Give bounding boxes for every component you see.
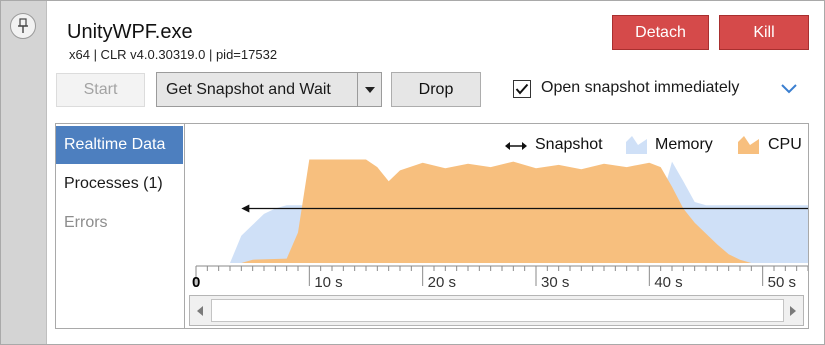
- realtime-chart: 0 10 s 20 s 30 s 40 s 50 s: [192, 159, 808, 291]
- open-immediately-label: Open snapshot immediately: [541, 79, 740, 96]
- profiler-window: UnityWPF.exe x64 | CLR v4.0.30319.0 | pi…: [0, 0, 825, 345]
- process-title: UnityWPF.exe: [67, 21, 193, 43]
- legend-snapshot-label: Snapshot: [535, 136, 603, 153]
- scroll-left-button[interactable]: [190, 296, 210, 325]
- x-tick-label: 10 s: [314, 274, 342, 291]
- view-nav: Realtime Data Processes (1) Errors: [56, 124, 185, 328]
- scroll-thumb[interactable]: [211, 299, 784, 322]
- nav-item-realtime-data[interactable]: Realtime Data: [56, 126, 183, 164]
- scroll-right-button[interactable]: [783, 296, 803, 325]
- snapshot-legend-icon: [505, 142, 527, 150]
- x-tick-label: 20 s: [428, 274, 456, 291]
- snapshot-arrow-head: [241, 204, 250, 213]
- open-immediately-checkbox[interactable]: [513, 80, 531, 98]
- start-button[interactable]: Start: [56, 73, 145, 107]
- kill-button[interactable]: Kill: [719, 15, 809, 50]
- legend-memory-label: Memory: [655, 136, 713, 153]
- process-details: x64 | CLR v4.0.30319.0 | pid=17532: [69, 47, 278, 62]
- snapshot-mode-value: Get Snapshot and Wait: [166, 81, 331, 98]
- drop-button[interactable]: Drop: [391, 72, 481, 107]
- nav-item-errors: Errors: [64, 214, 108, 231]
- realtime-panel: Realtime Data Processes (1) Errors 0 10 s…: [55, 123, 809, 329]
- pin-button[interactable]: [10, 13, 36, 39]
- arrow-left-icon: [197, 305, 203, 316]
- x-tick-label: 40 s: [654, 274, 682, 291]
- checkmark-icon: [515, 83, 529, 95]
- detach-button[interactable]: Detach: [612, 15, 709, 50]
- cpu-legend-icon: [738, 136, 759, 154]
- x-tick-label: 0: [192, 274, 200, 291]
- nav-item-processes[interactable]: Processes (1): [56, 165, 183, 203]
- pushpin-icon: [18, 18, 28, 33]
- memory-legend-icon: [626, 136, 647, 154]
- x-tick-label: 50 s: [768, 274, 796, 291]
- pin-strip: [1, 1, 47, 344]
- x-tick-label: 30 s: [541, 274, 569, 291]
- chevron-down-icon[interactable]: [780, 81, 798, 95]
- snapshot-mode-dropdown[interactable]: Get Snapshot and Wait: [156, 72, 382, 107]
- timeline-scrollbar[interactable]: [189, 295, 804, 326]
- arrow-right-icon: [790, 305, 796, 316]
- dropdown-toggle[interactable]: [358, 73, 381, 106]
- caret-down-icon: [364, 86, 375, 93]
- legend-cpu-label: CPU: [768, 136, 802, 153]
